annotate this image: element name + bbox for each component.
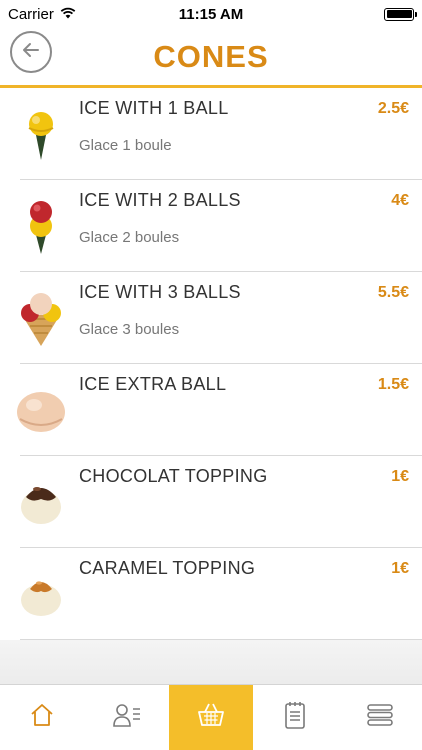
item-price: 1.5€ bbox=[377, 376, 409, 393]
tab-bar bbox=[0, 684, 422, 750]
item-name: ICE WITH 3 BALLS bbox=[79, 282, 241, 302]
item-price: 1€ bbox=[391, 468, 409, 485]
status-left: Carrier bbox=[8, 6, 76, 23]
item-subtitle: Glace 3 boules bbox=[79, 321, 180, 338]
item-name: ICE WITH 1 BALL bbox=[79, 98, 229, 118]
basket-icon bbox=[196, 701, 226, 734]
cone-2-balls-icon bbox=[12, 194, 70, 258]
list-item[interactable]: CARAMEL TOPPING 1€ bbox=[0, 548, 422, 640]
status-bar: Carrier 11:15 AM bbox=[0, 0, 422, 28]
item-price: 1€ bbox=[391, 560, 409, 577]
chocolate-topping-icon bbox=[12, 470, 70, 534]
item-name: ICE WITH 2 BALLS bbox=[79, 190, 241, 210]
item-name: CHOCOLAT TOPPING bbox=[79, 466, 268, 486]
notepad-icon bbox=[283, 700, 307, 735]
list-background bbox=[0, 640, 422, 684]
battery-fill bbox=[386, 10, 412, 18]
list-item[interactable]: ICE EXTRA BALL 1.5€ bbox=[0, 364, 422, 456]
tab-basket[interactable] bbox=[168, 685, 254, 750]
carrier-label: Carrier bbox=[8, 5, 54, 23]
item-name: CARAMEL TOPPING bbox=[79, 558, 256, 578]
profile-list-icon bbox=[111, 701, 143, 734]
back-button[interactable] bbox=[10, 31, 52, 73]
item-name: ICE EXTRA BALL bbox=[79, 374, 227, 394]
tab-orders[interactable] bbox=[253, 685, 337, 750]
tab-home[interactable] bbox=[0, 685, 84, 750]
list-item[interactable]: CHOCOLAT TOPPING 1€ bbox=[0, 456, 422, 548]
list-item[interactable]: ICE WITH 1 BALL Glace 1 boule 2.5€ bbox=[0, 88, 422, 180]
cone-3-balls-icon bbox=[12, 286, 70, 350]
list-item[interactable]: ICE WITH 2 BALLS Glace 2 boules 4€ bbox=[0, 180, 422, 272]
header: CONES bbox=[0, 28, 422, 86]
menu-icon bbox=[365, 701, 395, 734]
caramel-topping-icon bbox=[12, 562, 70, 626]
arrow-left-icon bbox=[20, 39, 42, 66]
home-icon bbox=[28, 701, 56, 734]
cone-1-ball-icon bbox=[12, 102, 70, 166]
tab-menu[interactable] bbox=[338, 685, 422, 750]
item-price: 4€ bbox=[391, 192, 409, 209]
page-title: CONES bbox=[153, 39, 269, 74]
wifi-icon bbox=[60, 6, 76, 23]
item-subtitle: Glace 2 boules bbox=[79, 229, 180, 246]
extra-ball-icon bbox=[12, 378, 70, 442]
list-item[interactable]: ICE WITH 3 BALLS Glace 3 boules 5.5€ bbox=[0, 272, 422, 364]
item-price: 2.5€ bbox=[377, 100, 409, 117]
product-list: ICE WITH 1 BALL Glace 1 boule 2.5€ ICE W… bbox=[0, 88, 422, 640]
tab-profile[interactable] bbox=[84, 685, 168, 750]
battery-icon bbox=[384, 7, 417, 21]
item-subtitle: Glace 1 boule bbox=[79, 137, 172, 154]
item-price: 5.5€ bbox=[377, 284, 409, 301]
